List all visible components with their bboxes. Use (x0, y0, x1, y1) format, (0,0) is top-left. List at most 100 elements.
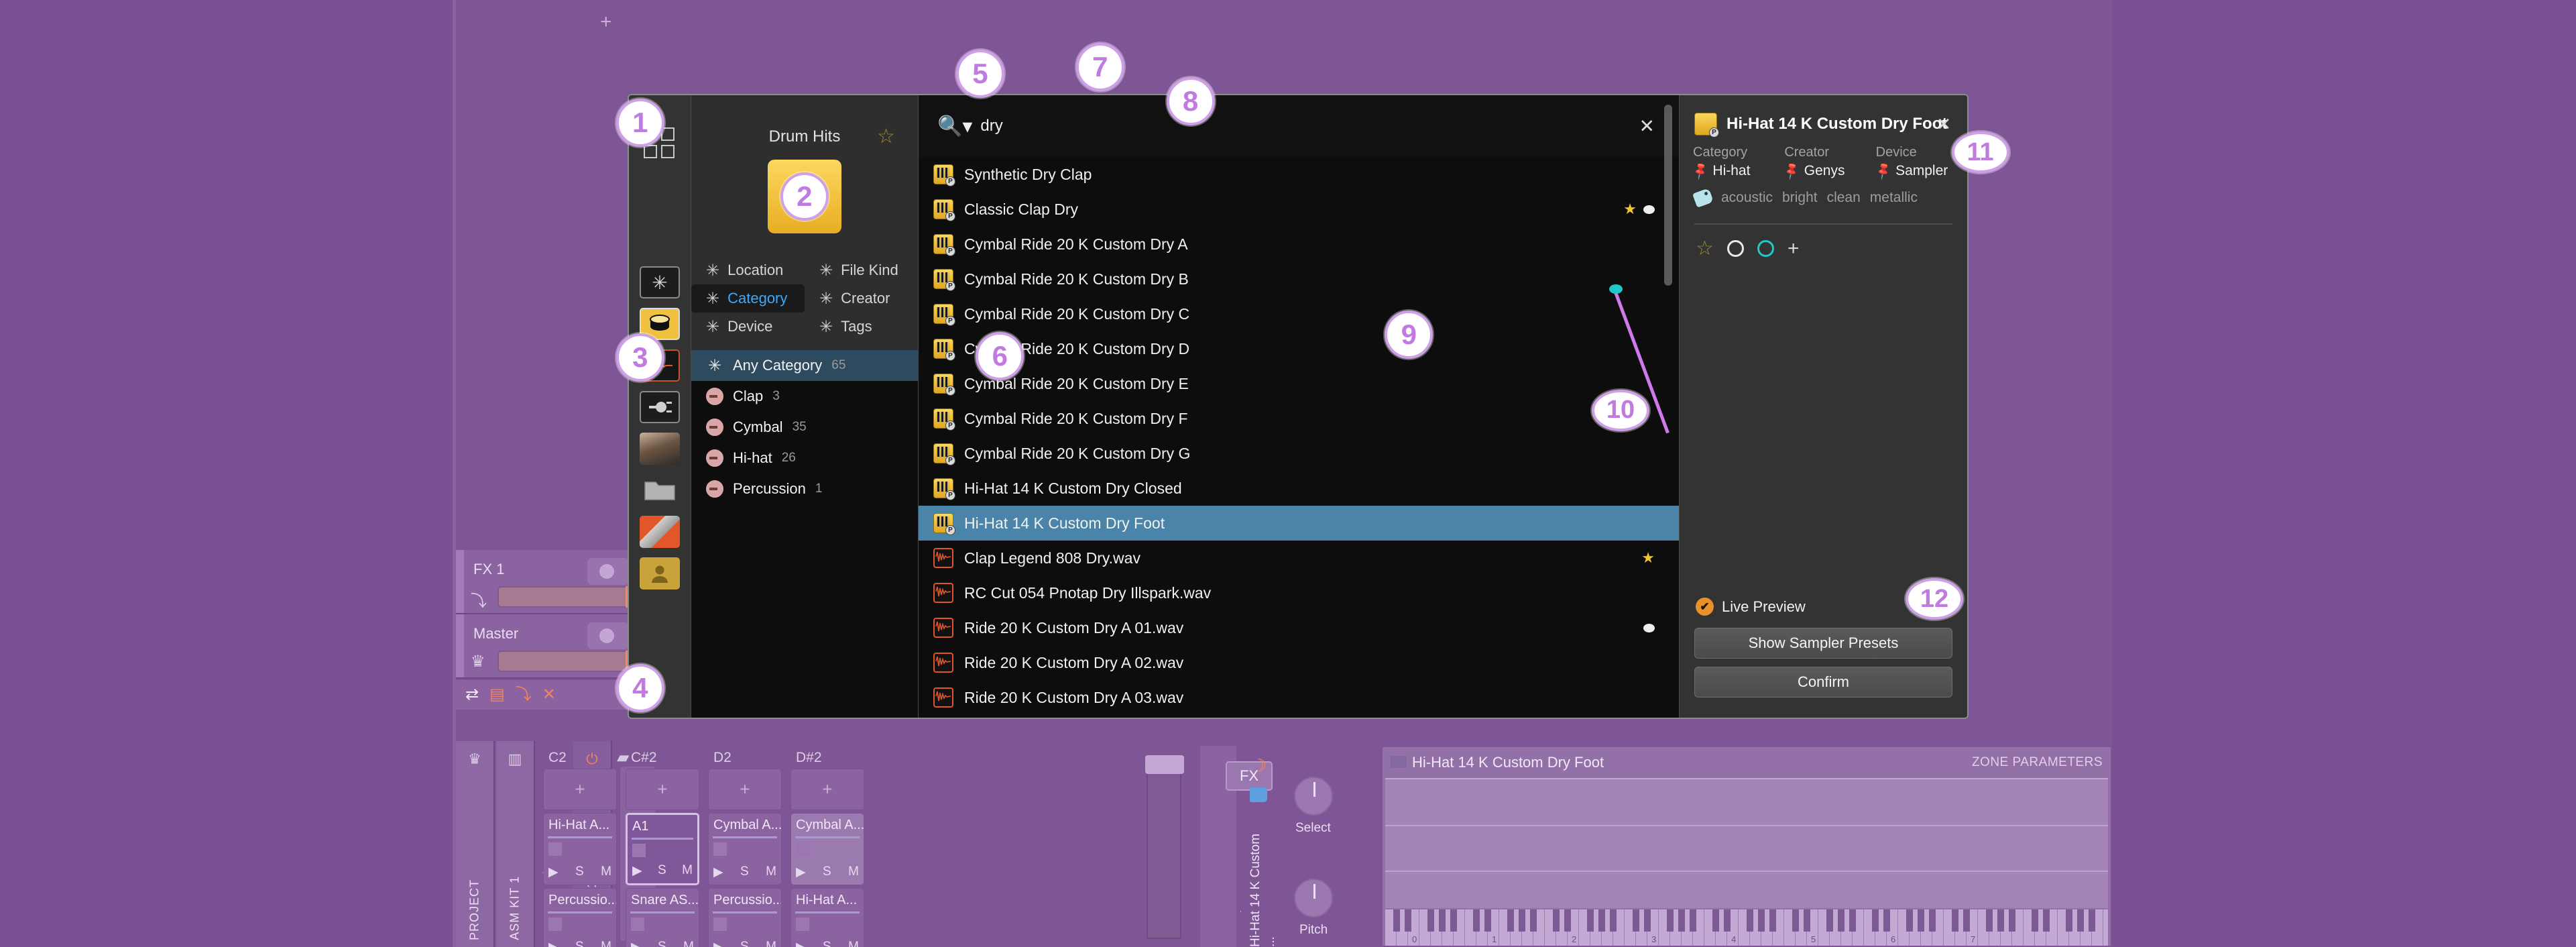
piano-black-key[interactable] (2009, 909, 2015, 932)
pad-play-button[interactable]: ▶ (548, 940, 559, 947)
plus-icon[interactable]: + (740, 779, 750, 800)
pad-mute-button[interactable]: M (766, 940, 776, 947)
zone-keyboard[interactable]: 0 1 2 3 4 5 6 7 (1385, 909, 2108, 946)
pad-fader-track[interactable] (1145, 755, 1184, 939)
color-marker-white-icon[interactable] (1643, 205, 1655, 214)
color-marker-white-icon[interactable] (1643, 623, 1655, 632)
result-row[interactable]: P Cymbal Ride 20 K Custom Dry A (919, 227, 1679, 262)
confirm-button[interactable]: Confirm (1694, 667, 1952, 698)
piano-black-key[interactable] (1838, 909, 1845, 932)
piano-black-key[interactable] (1906, 909, 1913, 932)
fx-row-fx1[interactable]: FX 1 ⤵ (456, 550, 636, 614)
piano-black-key[interactable] (1952, 909, 1958, 932)
pad-play-button[interactable]: ▶ (548, 865, 559, 880)
pad-mute-button[interactable]: M (766, 865, 776, 880)
pin-icon[interactable]: 📌 (1873, 161, 1893, 181)
piano-black-key[interactable] (1747, 909, 1753, 932)
color-marker-dot[interactable] (1609, 284, 1623, 294)
detail-tag[interactable]: clean (1827, 190, 1861, 206)
filter-button-category[interactable]: ✳ Category (691, 284, 805, 313)
swap-icon[interactable]: ⇄ (465, 687, 479, 703)
detail-meta-value-row[interactable]: 📌 Sampler (1873, 161, 1967, 181)
piano-black-key[interactable] (1439, 909, 1446, 932)
piano-black-key[interactable] (1918, 909, 1924, 932)
result-row[interactable]: P Synthetic Dry Clap (919, 157, 1679, 192)
routing-icon[interactable]: ⤵ (516, 687, 532, 703)
piano-black-key[interactable] (1507, 909, 1514, 932)
list-icon[interactable]: ▤ (489, 687, 505, 703)
pad-solo-button[interactable]: S (575, 865, 584, 880)
pad-slot[interactable]: Percussio... ▶ S M (543, 888, 617, 947)
result-row[interactable]: P Cymbal Ride 20 K Custom Dry E (919, 366, 1679, 401)
piano-black-key[interactable] (1712, 909, 1719, 932)
piano-black-key[interactable] (1792, 909, 1799, 932)
result-row[interactable]: P Classic Clap Dry ★ (919, 192, 1679, 227)
add-track-plus-icon[interactable]: + (600, 12, 612, 32)
piano-black-key[interactable] (1450, 909, 1457, 932)
pad-play-button[interactable]: ▶ (796, 940, 806, 947)
filter-button-location[interactable]: ✳ Location (691, 256, 805, 284)
piano-black-key[interactable] (1473, 909, 1480, 932)
filter-button-device[interactable]: ✳ Device (691, 313, 805, 341)
star-outline-icon[interactable]: ☆ (877, 125, 895, 148)
result-row[interactable]: P Cymbal Ride 20 K Custom Dry C (919, 296, 1679, 331)
pad-solo-button[interactable]: S (740, 940, 749, 947)
result-row[interactable]: P Cymbal Ride 20 K Custom Dry G (919, 436, 1679, 471)
routing-icon[interactable]: ⤵ (471, 588, 487, 611)
piano-black-key[interactable] (1598, 909, 1605, 932)
pad-mute-button[interactable]: M (848, 865, 859, 880)
piano-black-key[interactable] (1883, 909, 1890, 932)
result-row[interactable]: Ride 20 K Custom Dry A 03.wav (919, 680, 1679, 715)
pad-empty-slot[interactable]: + (626, 769, 699, 810)
pad-slot[interactable]: Snare AS... ▶ S M (626, 888, 699, 947)
pad-slot[interactable]: Hi-Hat A... ▶ S M (543, 813, 617, 885)
vtab-asm-kit[interactable]: ▥ ASM KIT 1 (496, 741, 535, 947)
pad-play-button[interactable]: ▶ (632, 863, 642, 879)
pad-solo-button[interactable]: S (658, 940, 666, 947)
category-row[interactable]: Percussion 1 (691, 474, 918, 504)
master-knob[interactable] (587, 622, 629, 649)
piano-black-key[interactable] (1849, 909, 1856, 932)
plus-icon[interactable]: + (575, 779, 585, 800)
pad-solo-button[interactable]: S (740, 865, 749, 880)
pad-mute-button[interactable]: M (682, 863, 693, 879)
pad-slot[interactable]: Hi-Hat A... ▶ S M (791, 888, 864, 947)
piano-black-key[interactable] (2043, 909, 2050, 932)
detail-tag[interactable]: bright (1782, 190, 1818, 206)
piano-black-key[interactable] (1929, 909, 1936, 932)
pad-empty-slot[interactable]: + (791, 769, 864, 810)
result-row[interactable]: Clap Legend 808 Dry.wav ★ (919, 541, 1679, 575)
piano-black-key[interactable] (1963, 909, 1970, 932)
pin-icon[interactable]: 📌 (1690, 161, 1710, 181)
piano-black-key[interactable] (1633, 909, 1639, 932)
select-knob[interactable] (1294, 777, 1333, 816)
result-row[interactable]: P Hi-Hat 14 K Custom Dry Foot (919, 506, 1679, 541)
pad-empty-slot[interactable]: + (708, 769, 782, 810)
pad-mute-button[interactable]: M (683, 940, 694, 947)
piano-black-key[interactable] (1690, 909, 1696, 932)
search-bar[interactable]: 🔍▾ dry ✕ (919, 95, 1679, 157)
pad-empty-slot[interactable]: + (543, 769, 617, 810)
result-row[interactable]: P Cymbal Ride 20 K Custom Dry D (919, 331, 1679, 366)
result-row[interactable]: Ride 20 K Custom Dry A 01.wav (919, 610, 1679, 645)
category-row[interactable]: Hi-hat 26 (691, 443, 918, 474)
piano-black-key[interactable] (1587, 909, 1594, 932)
fx-row-master[interactable]: Master ♛ (456, 614, 636, 679)
piano-black-key[interactable] (2089, 909, 2095, 932)
star-filled-icon[interactable]: ★ (1623, 201, 1637, 218)
piano-black-key[interactable] (1393, 909, 1400, 932)
piano-black-key[interactable] (2066, 909, 2072, 932)
close-icon[interactable]: ✕ (1936, 114, 1951, 135)
result-row[interactable]: Ride 20 K Custom Dry A 02.wav (919, 645, 1679, 680)
piano-black-key[interactable] (1872, 909, 1879, 932)
category-row[interactable]: Cymbal 35 (691, 412, 918, 443)
filter-button-creator[interactable]: ✳ Creator (805, 284, 918, 313)
result-row[interactable]: P Cymbal Ride 20 K Custom Dry B (919, 262, 1679, 296)
folder-blue-icon[interactable] (1250, 787, 1267, 802)
result-row[interactable]: P Cymbal Ride 20 K Custom Dry F (919, 401, 1679, 436)
detail-tag[interactable]: acoustic (1721, 190, 1773, 206)
piano-black-key[interactable] (1826, 909, 1833, 932)
filter-button-tags[interactable]: ✳ Tags (805, 313, 918, 341)
plus-icon[interactable]: + (657, 779, 667, 800)
piano-black-key[interactable] (1769, 909, 1776, 932)
